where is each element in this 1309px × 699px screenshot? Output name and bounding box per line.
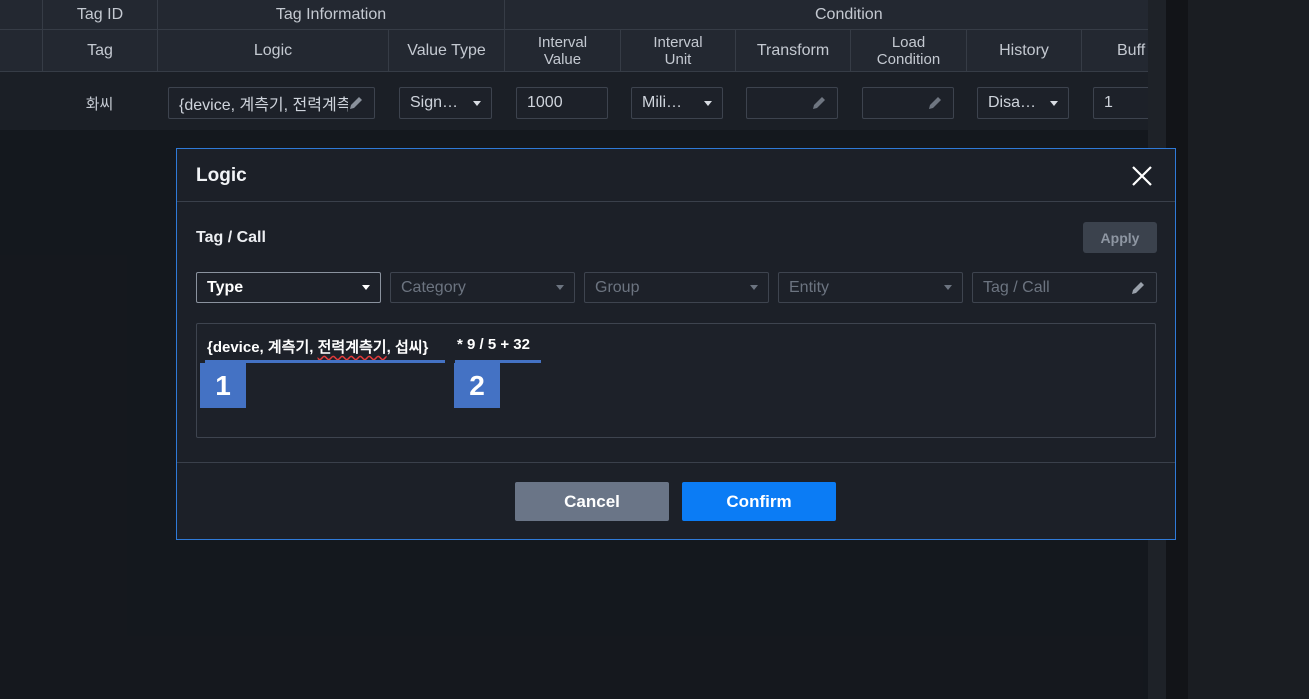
- dialog-header: Logic: [177, 149, 1175, 202]
- value-type-select[interactable]: Sign…: [399, 87, 492, 119]
- chevron-down-icon: [750, 285, 758, 290]
- chevron-down-icon: [944, 285, 952, 290]
- column-header-buffer[interactable]: Buff: [1081, 30, 1148, 71]
- column-header-interval-value[interactable]: Interval Value: [504, 30, 620, 71]
- history-select[interactable]: Disa…: [977, 87, 1069, 119]
- interval-value-input[interactable]: 1000: [516, 87, 608, 119]
- value-type-value: Sign…: [410, 94, 459, 111]
- column-header-history[interactable]: History: [966, 30, 1081, 71]
- column-header-interval-unit[interactable]: Interval Unit: [620, 30, 735, 71]
- transform-field[interactable]: [746, 87, 838, 119]
- chevron-down-icon: [473, 100, 481, 106]
- side-panel: [1188, 0, 1309, 699]
- column-header-tag[interactable]: Tag: [42, 30, 157, 71]
- annotation-badge-2: 2: [454, 363, 500, 408]
- confirm-button[interactable]: Confirm: [682, 482, 836, 521]
- dialog-title: Logic: [196, 165, 247, 186]
- expression-tag-prefix: {device, 계측기,: [207, 339, 318, 356]
- pencil-icon[interactable]: [1130, 280, 1146, 296]
- group-select-label: Group: [595, 278, 640, 296]
- cancel-button[interactable]: Cancel: [515, 482, 669, 521]
- expression-tag-suffix: , 섭씨}: [386, 339, 429, 356]
- column-header-value-type[interactable]: Value Type: [388, 30, 504, 71]
- logic-field-value: {device, 계측기, 전력계측기, 섭씨}: [179, 97, 348, 114]
- type-select-label: Type: [207, 278, 244, 296]
- chevron-down-icon: [556, 285, 564, 290]
- chevron-down-icon: [362, 285, 370, 290]
- column-header-transform[interactable]: Transform: [735, 30, 850, 71]
- group-select[interactable]: Group: [584, 272, 769, 303]
- section-title: Tag / Call: [196, 229, 266, 246]
- close-icon[interactable]: [1131, 165, 1153, 187]
- category-select[interactable]: Category: [390, 272, 575, 303]
- annotation-badge-1: 1: [200, 363, 246, 408]
- expression-formula: * 9 / 5 + 32: [457, 336, 530, 353]
- header-group-condition: Condition: [504, 0, 1148, 29]
- interval-value-value: 1000: [527, 94, 563, 111]
- logic-dialog: Logic Tag / Call Apply Type Category Gro…: [176, 148, 1176, 540]
- chevron-down-icon: [1050, 100, 1058, 106]
- tag-call-input[interactable]: Tag / Call: [972, 272, 1157, 303]
- category-select-label: Category: [401, 278, 466, 296]
- buffer-value: 1: [1104, 94, 1113, 111]
- pencil-icon[interactable]: [927, 95, 943, 111]
- type-select[interactable]: Type: [196, 272, 381, 303]
- column-header-logic[interactable]: Logic: [157, 30, 388, 71]
- pencil-icon[interactable]: [811, 95, 827, 111]
- dialog-footer-divider: [177, 462, 1175, 463]
- logic-field[interactable]: {device, 계측기, 전력계측기, 섭씨}: [168, 87, 375, 119]
- app-window: Tag ID Tag Information Condition Tag Log…: [0, 0, 1309, 699]
- logic-expression-editor[interactable]: {device, 계측기, 전력계측기, 섭씨} * 9 / 5 + 32 1 …: [196, 323, 1156, 438]
- chevron-down-icon: [704, 100, 712, 106]
- apply-button[interactable]: Apply: [1083, 222, 1157, 253]
- header-group-tag-id: Tag ID: [42, 0, 157, 29]
- table-header-row: Tag Logic Value Type Interval Value Inte…: [0, 30, 1148, 72]
- entity-select-label: Entity: [789, 278, 830, 296]
- tag-call-placeholder: Tag / Call: [983, 278, 1050, 296]
- spellcheck-flagged-word: 전력계측기: [317, 339, 387, 356]
- pencil-icon[interactable]: [348, 95, 364, 111]
- buffer-input[interactable]: 1: [1093, 87, 1148, 119]
- load-condition-field[interactable]: [862, 87, 954, 119]
- header-group-tag-information: Tag Information: [157, 0, 504, 29]
- interval-unit-value: Mili…: [642, 94, 682, 111]
- interval-unit-select[interactable]: Mili…: [631, 87, 723, 119]
- row-tag-name: 화씨: [85, 95, 114, 113]
- table-header-group-row: Tag ID Tag Information Condition: [0, 0, 1148, 30]
- column-header-load-condition[interactable]: Load Condition: [850, 30, 966, 71]
- history-value: Disa…: [988, 94, 1037, 111]
- expression-tag-reference: {device, 계측기, 전력계측기, 섭씨}: [207, 336, 428, 357]
- entity-select[interactable]: Entity: [778, 272, 963, 303]
